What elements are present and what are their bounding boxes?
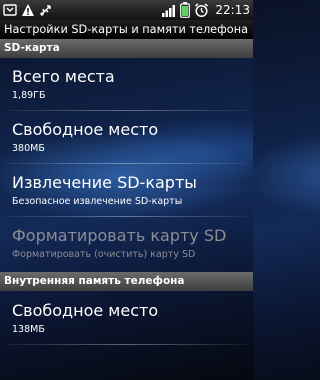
item-title: Извлечение SD-карты	[12, 173, 197, 192]
divider	[6, 216, 247, 217]
divider	[6, 163, 247, 164]
notification-icons	[3, 3, 53, 17]
section-header-sd-card: SD-карта	[0, 39, 253, 58]
item-title: Форматировать карту SD	[12, 226, 227, 245]
settings-icon	[3, 3, 17, 17]
item-subtitle: Безопасное извлечение SD-карты	[12, 196, 183, 207]
item-title: Свободное место	[12, 301, 159, 320]
divider	[6, 344, 247, 345]
warning-icon	[21, 3, 35, 17]
system-icons: 22:13	[162, 2, 250, 18]
item-title: Свободное место	[12, 120, 159, 139]
list-item-eject-sd-card[interactable]: Извлечение SD-карты Безопасное извлечени…	[0, 173, 253, 208]
page-title: Настройки SD-карты и памяти телефона	[0, 20, 253, 39]
list-item-format-sd-card: Форматировать карту SD Форматировать (оч…	[0, 226, 253, 261]
battery-icon	[180, 2, 191, 18]
item-subtitle: Форматировать (очистить) карту SD	[12, 249, 196, 260]
item-title: Всего места	[12, 67, 115, 86]
status-bar: 22:13	[0, 0, 253, 20]
alarm-icon	[194, 2, 209, 18]
section-header-internal-storage: Внутренняя память телефона	[0, 272, 253, 291]
list-item-free-space: Свободное место 380МБ	[0, 120, 253, 155]
list-item-internal-free-space: Свободное место 138МБ	[0, 301, 253, 336]
list-item-total-space: Всего места 1,89ГБ	[0, 67, 253, 102]
status-time: 22:13	[215, 3, 250, 17]
item-subtitle: 380МБ	[12, 143, 45, 154]
signal-icon	[162, 4, 176, 17]
divider	[6, 110, 247, 111]
item-subtitle: 138МБ	[12, 324, 45, 335]
usb-icon	[39, 3, 53, 17]
item-subtitle: 1,89ГБ	[12, 90, 46, 101]
